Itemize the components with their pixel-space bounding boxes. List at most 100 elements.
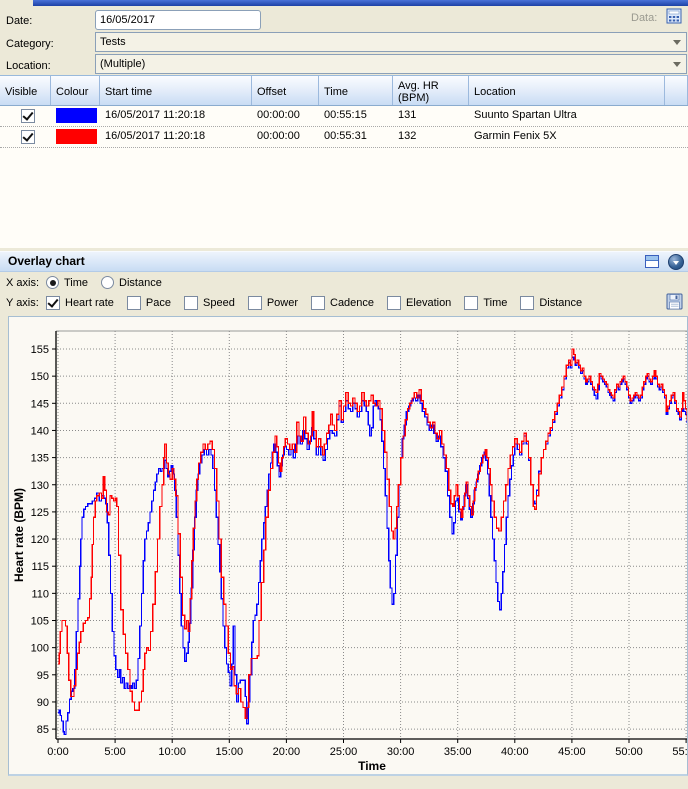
data-label: Data: bbox=[631, 12, 658, 24]
save-icon[interactable] bbox=[666, 293, 684, 311]
checkbox-time[interactable] bbox=[464, 296, 479, 310]
data-grid-icon[interactable] bbox=[666, 8, 683, 25]
date-input[interactable]: 16/05/2017 bbox=[95, 10, 261, 30]
y-axis-option-distance[interactable]: Distance bbox=[520, 296, 582, 310]
checkbox-power[interactable] bbox=[247, 296, 262, 310]
y-axis-title: Heart rate (BPM) bbox=[12, 488, 26, 582]
svg-text:100: 100 bbox=[31, 643, 49, 655]
cell-offset: 00:00:00 bbox=[257, 130, 300, 142]
location-label: Location: bbox=[6, 60, 51, 72]
x-axis-title: Time bbox=[358, 759, 386, 773]
svg-text:130: 130 bbox=[31, 480, 49, 492]
colour-swatch[interactable] bbox=[56, 129, 97, 144]
radio-time[interactable] bbox=[46, 276, 59, 289]
checkbox-distance[interactable] bbox=[520, 296, 535, 310]
svg-text:155: 155 bbox=[31, 344, 49, 356]
app-window: { "form": { "date": {"label": "Date:", "… bbox=[0, 0, 688, 789]
checkbox-heart-rate[interactable] bbox=[46, 296, 60, 310]
visible-checkbox[interactable] bbox=[21, 109, 35, 123]
radio-distance[interactable] bbox=[101, 276, 115, 289]
colour-swatch[interactable] bbox=[56, 108, 97, 123]
heart-rate-chart: 85 90 95 100 105 110 115 120 125 130 135 140 145 150 1… bbox=[12, 330, 687, 773]
collapse-panel-icon[interactable] bbox=[668, 254, 684, 270]
y-axis-option-heart-rate[interactable]: Heart rate bbox=[46, 296, 114, 310]
table-header-row: Visible Colour Start time Offset Time Avg. HR… bbox=[0, 75, 688, 106]
tracks-table: Visible Colour Start time Offset Time Avg. HR… bbox=[0, 75, 688, 248]
option-label: Elevation bbox=[406, 297, 452, 309]
location-select[interactable]: (Multiple) bbox=[95, 54, 687, 74]
x-axis-row: X axis: Time Distance bbox=[6, 276, 175, 289]
column-header-location[interactable]: Location bbox=[469, 76, 665, 105]
svg-text:5:00: 5:00 bbox=[104, 746, 125, 758]
option-label: Distance bbox=[119, 276, 162, 289]
svg-text:145: 145 bbox=[31, 398, 49, 410]
y-axis-option-time[interactable]: Time bbox=[464, 296, 507, 310]
checkbox-pace[interactable] bbox=[126, 296, 141, 310]
svg-text:45:00: 45:00 bbox=[558, 746, 586, 758]
cell-avg-hr: 132 bbox=[398, 130, 417, 142]
svg-text:110: 110 bbox=[31, 588, 49, 600]
svg-text:90: 90 bbox=[37, 697, 49, 709]
chevron-down-icon[interactable] bbox=[673, 40, 681, 45]
location-value: (Multiple) bbox=[100, 58, 146, 70]
cell-start-time: 16/05/2017 11:20:18 bbox=[105, 109, 206, 121]
svg-text:30:00: 30:00 bbox=[387, 746, 415, 758]
svg-text:125: 125 bbox=[31, 507, 49, 519]
cell-time: 00:55:31 bbox=[324, 130, 367, 142]
y-axis-option-cadence[interactable]: Cadence bbox=[311, 296, 374, 310]
overlay-chart-panel: 85 90 95 100 105 110 115 120 125 130 135 140 145 150 1… bbox=[8, 316, 688, 776]
series-garmin-fenix-5x bbox=[58, 348, 687, 719]
checkbox-elevation[interactable] bbox=[387, 296, 402, 310]
svg-text:150: 150 bbox=[31, 371, 49, 383]
svg-text:15:00: 15:00 bbox=[216, 746, 244, 758]
column-header-colour[interactable]: Colour bbox=[51, 76, 100, 105]
x-axis-option-distance[interactable]: Distance bbox=[101, 276, 162, 289]
svg-text:140: 140 bbox=[31, 425, 49, 437]
category-select[interactable]: Tests bbox=[95, 32, 687, 52]
category-value: Tests bbox=[100, 36, 126, 48]
svg-text:135: 135 bbox=[31, 453, 49, 465]
cell-location: Suunto Spartan Ultra bbox=[474, 109, 577, 121]
visible-checkbox[interactable] bbox=[21, 130, 35, 144]
svg-text:115: 115 bbox=[31, 561, 49, 573]
column-header-start-time[interactable]: Start time bbox=[100, 76, 252, 105]
svg-text:35:00: 35:00 bbox=[444, 746, 472, 758]
svg-text:55:00: 55:00 bbox=[672, 746, 687, 758]
y-axis-option-speed[interactable]: Speed bbox=[184, 296, 235, 310]
y-axis-option-pace[interactable]: Pace bbox=[126, 296, 171, 310]
x-axis-option-time[interactable]: Time bbox=[46, 276, 88, 289]
y-axis-option-power[interactable]: Power bbox=[247, 296, 298, 310]
y-axis-row: Y axis: Heart rate Pace Speed Power Cadence E… bbox=[6, 296, 595, 310]
svg-text:40:00: 40:00 bbox=[501, 746, 529, 758]
svg-text:0:00: 0:00 bbox=[47, 746, 68, 758]
chevron-down-icon[interactable] bbox=[673, 62, 681, 67]
y-axis-option-elevation[interactable]: Elevation bbox=[387, 296, 451, 310]
column-header-avg-hr-bpm-[interactable]: Avg. HR (BPM) bbox=[393, 76, 469, 105]
option-label: Time bbox=[64, 276, 89, 289]
cell-location: Garmin Fenix 5X bbox=[474, 130, 557, 142]
table-row[interactable]: 16/05/2017 11:20:18 00:00:00 00:55:15 131 Su… bbox=[0, 106, 688, 127]
overlay-chart-title: Overlay chart bbox=[8, 254, 85, 268]
overlay-chart-header: Overlay chart bbox=[0, 251, 688, 272]
svg-text:105: 105 bbox=[31, 616, 49, 628]
column-header-offset[interactable]: Offset bbox=[252, 76, 319, 105]
svg-text:50:00: 50:00 bbox=[615, 746, 643, 758]
checkbox-speed[interactable] bbox=[184, 296, 198, 310]
option-label: Speed bbox=[203, 297, 235, 309]
column-header-time[interactable]: Time bbox=[319, 76, 393, 105]
svg-text:85: 85 bbox=[37, 724, 49, 736]
table-row[interactable]: 16/05/2017 11:20:18 00:00:00 00:55:31 132 Ga… bbox=[0, 127, 688, 148]
cell-offset: 00:00:00 bbox=[257, 109, 300, 121]
series-suunto-spartan-ultra bbox=[58, 356, 687, 736]
cell-start-time: 16/05/2017 11:20:18 bbox=[105, 130, 206, 142]
option-label: Power bbox=[266, 297, 298, 309]
svg-text:20:00: 20:00 bbox=[273, 746, 301, 758]
panel-window-icon[interactable] bbox=[645, 255, 659, 268]
option-label: Heart rate bbox=[65, 297, 114, 309]
svg-text:25:00: 25:00 bbox=[330, 746, 358, 758]
column-header-visible[interactable]: Visible bbox=[0, 76, 51, 105]
x-axis-label: X axis: bbox=[6, 276, 40, 289]
cell-blank bbox=[665, 127, 688, 147]
cell-avg-hr: 131 bbox=[398, 109, 417, 121]
checkbox-cadence[interactable] bbox=[311, 296, 325, 310]
